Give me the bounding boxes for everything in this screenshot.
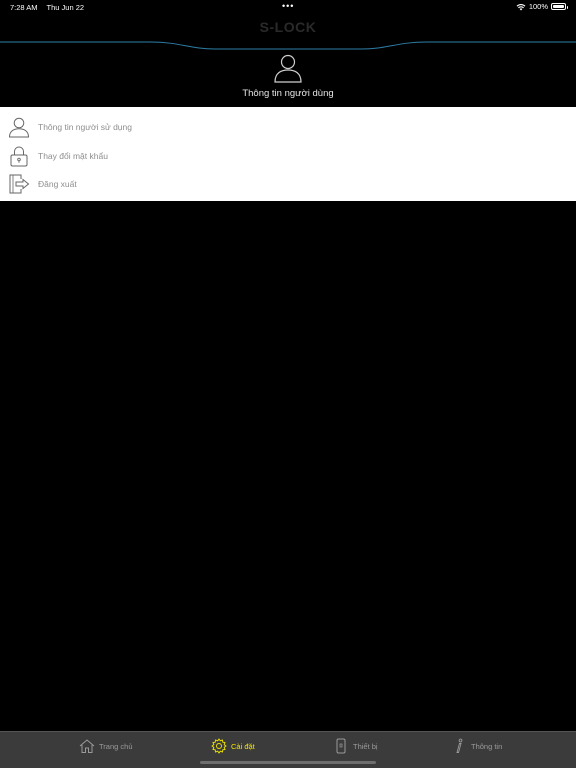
info-icon	[456, 738, 463, 753]
tab-label: Cài đặt	[231, 741, 255, 751]
status-right: 100%	[516, 2, 568, 11]
tab-home[interactable]: Trang chủ	[79, 737, 133, 755]
menu-item-user-info[interactable]: Thông tin người sử dụng	[0, 113, 576, 141]
user-icon	[8, 117, 30, 138]
device-icon	[336, 738, 346, 754]
menu-item-label: Thay đổi mật khẩu	[38, 151, 108, 161]
tab-bar: Trang chủ Cài đặt Thiết bị Thông tin	[0, 731, 576, 768]
menu-item-change-password[interactable]: Thay đổi mật khẩu	[0, 142, 576, 170]
menu-item-label: Thông tin người sử dụng	[38, 122, 132, 132]
tab-label: Thông tin	[471, 741, 503, 751]
logout-icon	[9, 174, 30, 194]
tab-device[interactable]: Thiết bị	[333, 737, 378, 755]
settings-menu: Thông tin người sử dụng Thay đổi mật khẩ…	[0, 107, 576, 201]
status-date: Thu Jun 22	[46, 3, 85, 12]
lock-icon	[10, 146, 28, 167]
multitasking-dots[interactable]: •••	[282, 2, 294, 11]
user-icon	[274, 54, 302, 83]
battery-icon	[551, 3, 568, 10]
tab-label: Trang chủ	[99, 741, 133, 751]
menu-item-logout[interactable]: Đăng xuất	[0, 170, 576, 198]
gear-icon	[211, 738, 227, 754]
status-left: 7:28 AM Thu Jun 22	[10, 3, 84, 12]
app-title: S-LOCK	[259, 19, 317, 35]
status-bar: 7:28 AM Thu Jun 22 ••• 100%	[0, 0, 576, 14]
tab-settings[interactable]: Cài đặt	[211, 737, 255, 755]
home-icon	[79, 739, 95, 753]
tab-label: Thiết bị	[353, 741, 378, 751]
battery-fill	[553, 5, 564, 8]
home-indicator[interactable]	[200, 761, 376, 764]
header-caption: Thông tin người dùng	[242, 88, 334, 99]
status-time: 7:28 AM	[10, 3, 38, 12]
battery-percentage: 100%	[528, 2, 548, 11]
tab-info[interactable]: Thông tin	[451, 737, 502, 755]
menu-item-label: Đăng xuất	[38, 179, 77, 189]
wifi-icon	[516, 3, 526, 10]
